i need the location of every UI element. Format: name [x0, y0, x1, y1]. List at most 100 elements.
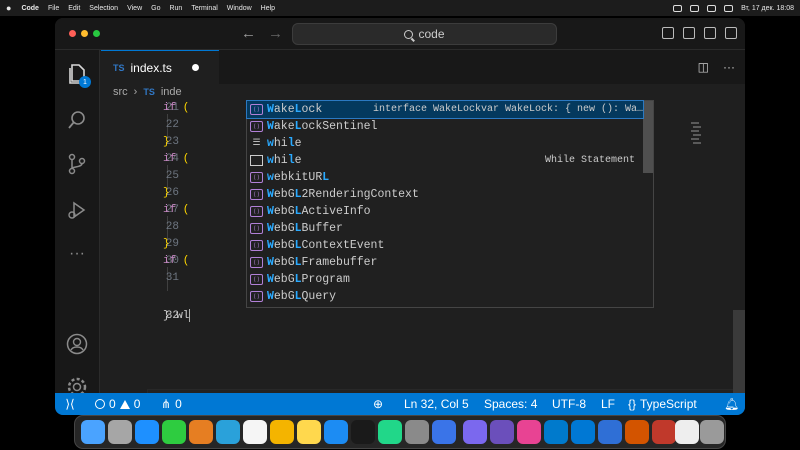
- encoding[interactable]: UTF-8: [552, 397, 586, 411]
- suggestion-item[interactable]: ⟨⟩ WebGLContextEvent: [247, 237, 643, 254]
- customize-layout-icon[interactable]: [725, 27, 737, 39]
- system-settings-icon[interactable]: [405, 420, 429, 444]
- screen-app-icon[interactable]: [463, 420, 487, 444]
- menu-window[interactable]: Window: [227, 5, 252, 12]
- cursor-app-icon[interactable]: [432, 420, 456, 444]
- problems-indicator[interactable]: 0 0: [95, 397, 140, 411]
- tab-filename: index.ts: [130, 60, 172, 75]
- control-center-icon[interactable]: [724, 4, 734, 12]
- suggestion-item[interactable]: ⟨⟩ WakeLockSentinel: [247, 118, 643, 135]
- ports-icon: ⋔: [161, 397, 172, 411]
- telegram-icon[interactable]: [216, 420, 240, 444]
- minimap[interactable]: [689, 100, 745, 410]
- wifi-icon[interactable]: [707, 4, 717, 12]
- photos-icon[interactable]: [189, 420, 213, 444]
- editor-actions: ◫ ···: [698, 60, 735, 74]
- suggestion-item[interactable]: ⟨⟩ WebGLBuffer: [247, 220, 643, 237]
- menu-edit[interactable]: Edit: [68, 5, 80, 12]
- terminal-icon[interactable]: [351, 420, 375, 444]
- windows-app-icon[interactable]: [571, 420, 595, 444]
- language-mode[interactable]: {} TypeScript: [628, 397, 697, 411]
- app-store-icon[interactable]: [324, 420, 348, 444]
- error-icon: [95, 399, 105, 409]
- apple-menu-icon[interactable]: ●: [6, 3, 11, 13]
- suggestion-item[interactable]: ⟨⟩ WebGLProgram: [247, 271, 643, 288]
- tab-index-ts[interactable]: TS index.ts: [101, 50, 219, 84]
- suggestion-label: WakeLockSentinel: [267, 120, 378, 133]
- design-app-icon[interactable]: [517, 420, 541, 444]
- close-window-button[interactable]: [69, 30, 76, 37]
- finder-icon[interactable]: [81, 420, 105, 444]
- status-bar: ⟩⟨ 0 0 ⋔ 0 ⊕ Ln 32, Col 5 Spaces: 4 UTF-…: [55, 393, 745, 415]
- menu-view[interactable]: View: [127, 5, 142, 12]
- safari-icon[interactable]: [135, 420, 159, 444]
- suggestion-label: WebGLProgram: [267, 273, 350, 286]
- chrome-icon[interactable]: [270, 420, 294, 444]
- suggestion-item[interactable]: ⟨⟩ WebGL2RenderingContext: [247, 186, 643, 203]
- minimize-window-button[interactable]: [81, 30, 88, 37]
- suggestion-item[interactable]: ⟨⟩ WebGLActiveInfo: [247, 203, 643, 220]
- menu-help[interactable]: Help: [261, 5, 275, 12]
- chat-app-icon[interactable]: [490, 420, 514, 444]
- menu-terminal[interactable]: Terminal: [191, 5, 217, 12]
- suggestion-item[interactable]: ⟨⟩ WakeLock interface WakeLockvar WakeLock…: [246, 100, 644, 119]
- suggest-scrollbar[interactable]: [643, 101, 653, 173]
- notes-icon[interactable]: [297, 420, 321, 444]
- explorer-icon[interactable]: 1: [65, 62, 91, 88]
- battery-icon[interactable]: [690, 4, 700, 12]
- minimap-line: [691, 130, 699, 132]
- notifications-bell-icon[interactable]: 🔔︎: [724, 397, 739, 411]
- messages-icon[interactable]: [162, 420, 186, 444]
- trash-icon[interactable]: [700, 420, 724, 444]
- zoom-icon[interactable]: ⊕: [373, 397, 383, 411]
- command-center[interactable]: code: [292, 23, 557, 45]
- minimap-line: [693, 126, 701, 128]
- suggestion-item[interactable]: ⟨⟩ WebGLFramebuffer: [247, 254, 643, 271]
- breadcrumb-folder[interactable]: src: [113, 86, 128, 98]
- calendar-icon[interactable]: [243, 420, 267, 444]
- end-of-line[interactable]: LF: [601, 397, 615, 411]
- pycharm-icon[interactable]: [378, 420, 402, 444]
- media-app-icon[interactable]: [652, 420, 676, 444]
- launchpad-icon[interactable]: [108, 420, 132, 444]
- menu-app-name[interactable]: Code: [21, 5, 39, 12]
- status-menu-icon[interactable]: [673, 4, 683, 12]
- accounts-icon[interactable]: [65, 332, 89, 356]
- suggestion-item[interactable]: ☰ while: [247, 135, 643, 152]
- ports-indicator[interactable]: ⋔ 0: [161, 397, 182, 411]
- more-actions-icon[interactable]: ···: [723, 60, 735, 74]
- cursor-position[interactable]: Ln 32, Col 5: [404, 397, 469, 411]
- search-icon: [404, 29, 414, 39]
- source-control-icon[interactable]: [65, 152, 89, 176]
- more-views-icon[interactable]: ···: [65, 242, 89, 266]
- window-controls: [69, 30, 100, 37]
- back-arrow-icon[interactable]: ←: [241, 25, 256, 42]
- ports-count: 0: [175, 397, 182, 411]
- remote-indicator-icon[interactable]: ⟩⟨: [55, 393, 85, 415]
- indentation[interactable]: Spaces: 4: [484, 397, 537, 411]
- utility-app-icon[interactable]: [625, 420, 649, 444]
- search-view-icon[interactable]: [65, 108, 89, 132]
- document-icon[interactable]: [675, 420, 699, 444]
- braces-icon: {}: [628, 397, 637, 411]
- suggestion-item[interactable]: ⟨⟩ webkitURL: [247, 169, 643, 186]
- suggestion-item[interactable]: while While Statement: [247, 152, 643, 169]
- unsaved-dot-icon[interactable]: [191, 64, 199, 71]
- menu-file[interactable]: File: [48, 5, 59, 12]
- toggle-panel-icon[interactable]: [683, 27, 695, 39]
- breadcrumb-file[interactable]: inde: [161, 86, 182, 98]
- run-debug-icon[interactable]: [65, 198, 89, 222]
- menubar-clock[interactable]: Вт, 17 дек. 18:08: [741, 5, 794, 12]
- forward-arrow-icon[interactable]: →: [268, 25, 283, 42]
- folder-icon[interactable]: [598, 420, 622, 444]
- toggle-sidebar-icon[interactable]: [662, 27, 674, 39]
- vscode-icon[interactable]: [544, 420, 568, 444]
- split-editor-icon[interactable]: ◫: [698, 60, 709, 74]
- menu-run[interactable]: Run: [169, 5, 182, 12]
- zoom-window-button[interactable]: [93, 30, 100, 37]
- menu-selection[interactable]: Selection: [89, 5, 118, 12]
- suggestion-item[interactable]: ⟨⟩ WebGLQuery: [247, 288, 643, 305]
- menu-go[interactable]: Go: [151, 5, 160, 12]
- macos-dock: [74, 415, 726, 449]
- toggle-secondary-sidebar-icon[interactable]: [704, 27, 716, 39]
